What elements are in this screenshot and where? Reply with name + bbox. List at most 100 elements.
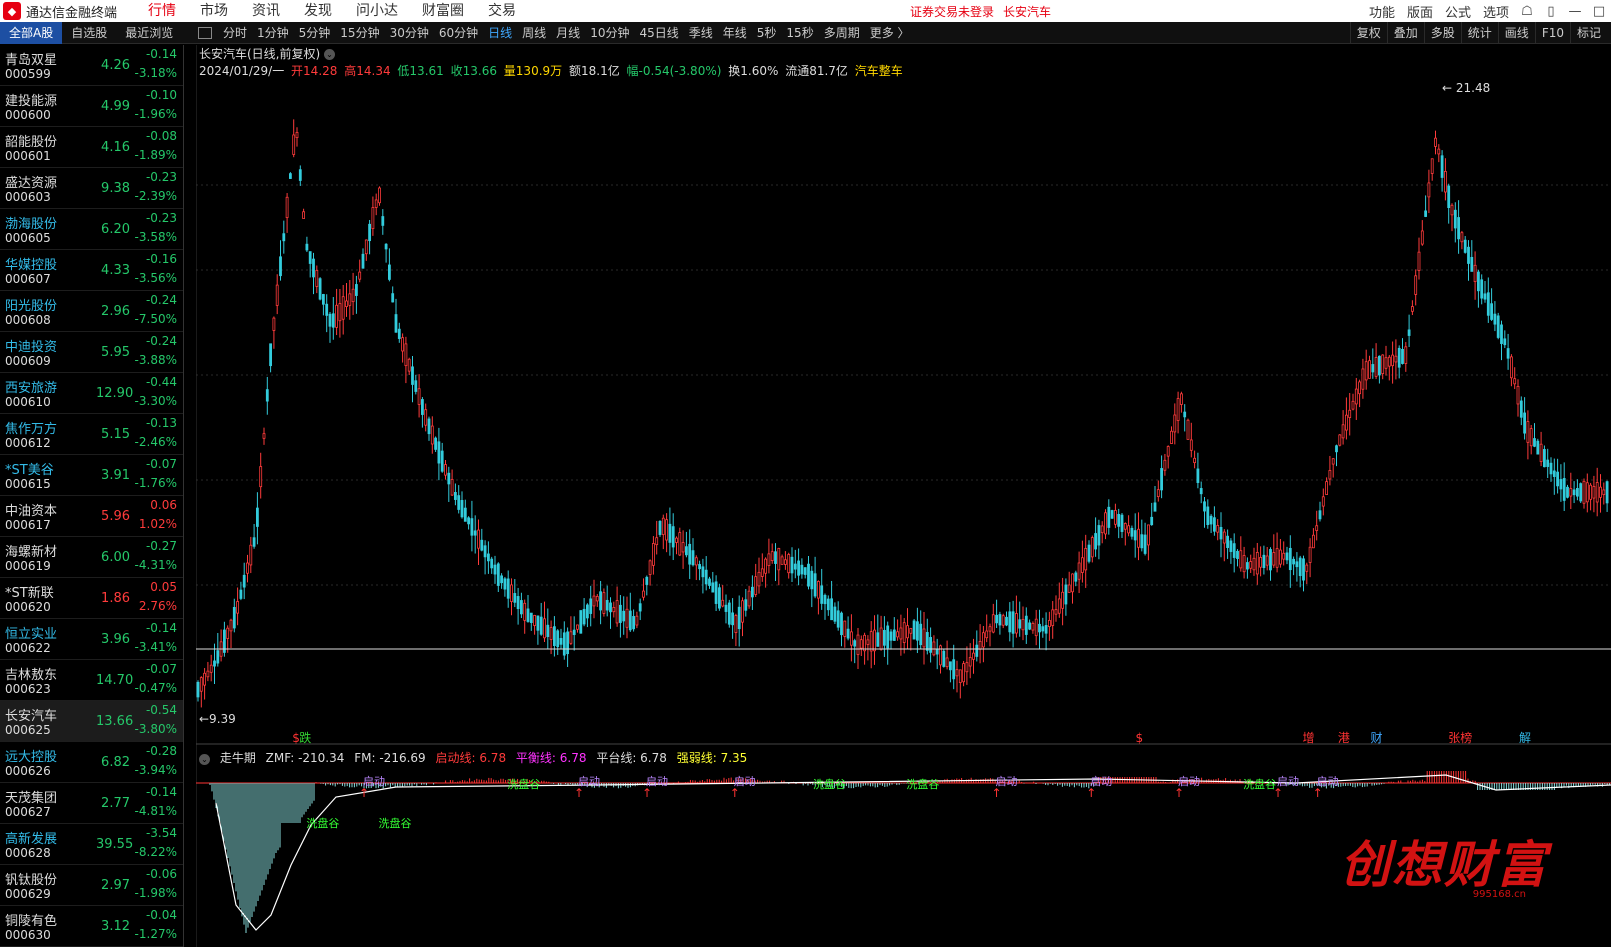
top-menu-1[interactable]: 市场 bbox=[188, 0, 240, 22]
top-menu-0[interactable]: 行情 bbox=[136, 0, 188, 22]
candle-body bbox=[585, 604, 589, 619]
period-tab-9[interactable]: 10分钟 bbox=[585, 22, 634, 44]
candle-body bbox=[1463, 239, 1467, 253]
list-tab-0[interactable]: 全部A股 bbox=[0, 21, 63, 44]
period-tab-8[interactable]: 月线 bbox=[551, 22, 585, 44]
stock-row[interactable]: *ST新联 000620 1.86 0.05 2.76% bbox=[0, 578, 183, 619]
period-tab-0[interactable]: 分时 bbox=[218, 22, 252, 44]
stock-row[interactable]: 天茂集团 000627 2.77 -0.14 -4.81% bbox=[0, 783, 183, 824]
period-tab-13[interactable]: 5秒 bbox=[752, 22, 782, 44]
stock-row[interactable]: 渤海股份 000605 6.20 -0.23 -3.58% bbox=[0, 209, 183, 250]
tool-button-6[interactable]: 标记 bbox=[1569, 22, 1607, 44]
phone-icon[interactable]: ▯ bbox=[1539, 4, 1563, 19]
stock-row[interactable]: 西安旅游 000610 12.90 -0.44 -3.30% bbox=[0, 373, 183, 414]
stock-row[interactable]: 青岛双星 000599 4.26 -0.14 -3.18% bbox=[0, 45, 183, 86]
stock-row[interactable]: 中迪投资 000609 5.95 -0.24 -3.88% bbox=[0, 332, 183, 373]
stock-row[interactable]: 吉林敖东 000623 14.70 -0.07 -0.47% bbox=[0, 660, 183, 701]
quote-sector[interactable]: 汽车整车 bbox=[855, 64, 903, 78]
period-tab-12[interactable]: 年线 bbox=[718, 22, 752, 44]
candle-body bbox=[691, 550, 695, 566]
period-tab-5[interactable]: 60分钟 bbox=[434, 22, 483, 44]
candle-body bbox=[1335, 445, 1338, 453]
period-tab-7[interactable]: 周线 bbox=[517, 22, 551, 44]
right-menu-0[interactable]: 功能 bbox=[1363, 2, 1401, 21]
stock-row[interactable]: 焦作万方 000612 5.15 -0.13 -2.46% bbox=[0, 414, 183, 455]
candle-body bbox=[1137, 528, 1140, 548]
stock-row[interactable]: 远大控股 000626 6.82 -0.28 -3.94% bbox=[0, 742, 183, 783]
candle-body bbox=[883, 629, 886, 646]
right-menu-3[interactable]: 选项 bbox=[1477, 2, 1515, 21]
top-menu-6[interactable]: 交易 bbox=[476, 0, 528, 22]
candle-body bbox=[780, 556, 784, 565]
stock-name: 青岛双星 bbox=[5, 53, 58, 68]
top-menu-5[interactable]: 财富圈 bbox=[410, 0, 476, 22]
period-tab-14[interactable]: 15秒 bbox=[781, 22, 818, 44]
top-menu-2[interactable]: 资讯 bbox=[240, 0, 292, 22]
stock-row[interactable]: 韶能股份 000601 4.16 -0.08 -1.89% bbox=[0, 127, 183, 168]
stock-list: 青岛双星 000599 4.26 -0.14 -3.18% 建投能源 000600 4.99-… bbox=[0, 45, 184, 947]
period-tab-1[interactable]: 1分钟 bbox=[252, 22, 294, 44]
stock-row[interactable]: 恒立实业 000622 3.96 -0.14 -3.41% bbox=[0, 619, 183, 660]
period-tab-16[interactable]: 更多 〉 bbox=[865, 22, 915, 44]
tool-button-5[interactable]: F10 bbox=[1534, 22, 1570, 44]
candle-body bbox=[1387, 356, 1391, 367]
candle-body bbox=[1305, 564, 1309, 572]
stock-row[interactable]: 中油资本 000617 5.96 0.06 1.02% bbox=[0, 496, 183, 537]
period-tab-11[interactable]: 季线 bbox=[684, 22, 718, 44]
app-title: 通达信金融终端 bbox=[26, 5, 118, 21]
tool-button-0[interactable]: 复权 bbox=[1349, 22, 1387, 44]
quote-low: 低13.61 bbox=[397, 64, 444, 78]
top-menu-3[interactable]: 发现 bbox=[292, 0, 344, 22]
candle-body bbox=[1378, 355, 1381, 376]
candle-body bbox=[391, 293, 395, 303]
candle-body bbox=[830, 598, 833, 621]
tool-button-4[interactable]: 画线 bbox=[1497, 22, 1535, 44]
min-price-label: ←9.39 bbox=[199, 712, 236, 726]
stock-row[interactable]: *ST美谷 000615 3.91 -0.07 -1.76% bbox=[0, 455, 183, 496]
tool-button-2[interactable]: 多股 bbox=[1423, 22, 1461, 44]
stock-row[interactable]: 海螺新材 000619 6.00 -0.27 -4.31% bbox=[0, 537, 183, 578]
stock-price: 1.86 bbox=[101, 591, 130, 606]
message-icon[interactable]: ☖ bbox=[1515, 4, 1539, 19]
list-tab-2[interactable]: 最近浏览 bbox=[116, 22, 182, 44]
stock-row[interactable]: 华媒控股 000607 4.33 -0.16 -3.56% bbox=[0, 250, 183, 291]
period-tab-10[interactable]: 45日线 bbox=[634, 22, 683, 44]
sidebar-toggle-icon[interactable] bbox=[198, 26, 212, 39]
candle-body bbox=[206, 670, 210, 678]
candle-body bbox=[569, 631, 573, 644]
period-tab-3[interactable]: 15分钟 bbox=[335, 22, 384, 44]
maximize-icon[interactable]: □ bbox=[1587, 4, 1611, 19]
stock-row[interactable]: 盛达资源 000603 9.38 -0.23 -2.39% bbox=[0, 168, 183, 209]
stock-row[interactable]: 铜陵有色 000630 3.12 -0.04 -1.27% bbox=[0, 906, 183, 947]
period-tab-6[interactable]: 日线 bbox=[483, 22, 517, 44]
stock-name: 盛达资源 bbox=[5, 176, 58, 191]
tool-button-3[interactable]: 统计 bbox=[1460, 22, 1498, 44]
candle-body bbox=[1090, 537, 1094, 558]
candle-body bbox=[840, 612, 843, 636]
stock-row[interactable]: 建投能源 000600 4.99 -0.10 -1.96% bbox=[0, 86, 183, 127]
tool-button-1[interactable]: 叠加 bbox=[1386, 22, 1424, 44]
period-tab-4[interactable]: 30分钟 bbox=[385, 22, 434, 44]
candle-body bbox=[325, 303, 329, 316]
right-menu-1[interactable]: 版面 bbox=[1401, 2, 1439, 21]
kline-chart[interactable]: ← 21.48←9.39跌$ $ 增港财张榜 解↑启动洗盘谷 洗盘谷洗盘谷↑启动↑启动↑… bbox=[196, 45, 1611, 947]
list-tab-1[interactable]: 自选股 bbox=[62, 22, 116, 44]
candle-body bbox=[1282, 552, 1286, 560]
stock-row[interactable]: 钒钛股份 000629 2.97 -0.06 -1.98% bbox=[0, 865, 183, 906]
candle-body bbox=[681, 542, 685, 553]
stock-row[interactable]: 长安汽车 000625 13.66 -0.54 -3.80% bbox=[0, 701, 183, 742]
period-tab-2[interactable]: 5分钟 bbox=[294, 22, 336, 44]
kline-chart-panel[interactable]: ← 21.48 ←9.39 跌 $ $ 增港财张榜解 ↑ 启动 洗盘谷 洗盘谷 洗盘谷 ↑ 启动 ↑ 启动 ↑… bbox=[196, 45, 1611, 947]
top-menu-4[interactable]: 问小达 bbox=[344, 0, 410, 22]
stock-change-pct: -0.47% bbox=[134, 681, 177, 695]
chevron-down-icon[interactable]: ⌄ bbox=[324, 49, 336, 60]
stock-row[interactable]: 高新发展 000628 39.55 -3.54 -8.22% bbox=[0, 824, 183, 865]
indicator-name[interactable]: 走牛期 bbox=[220, 751, 256, 765]
stock-row[interactable]: 阳光股份 000608 2.96 -0.24 -7.50% bbox=[0, 291, 183, 332]
login-status[interactable]: 证券交易未登录 bbox=[910, 3, 994, 20]
minimize-icon[interactable]: — bbox=[1563, 4, 1587, 19]
period-tab-15[interactable]: 多周期 bbox=[819, 22, 865, 44]
indicator-collapse-icon[interactable]: ⌄ bbox=[199, 754, 210, 765]
right-menu-2[interactable]: 公式 bbox=[1439, 2, 1477, 21]
candle-body bbox=[916, 621, 919, 641]
